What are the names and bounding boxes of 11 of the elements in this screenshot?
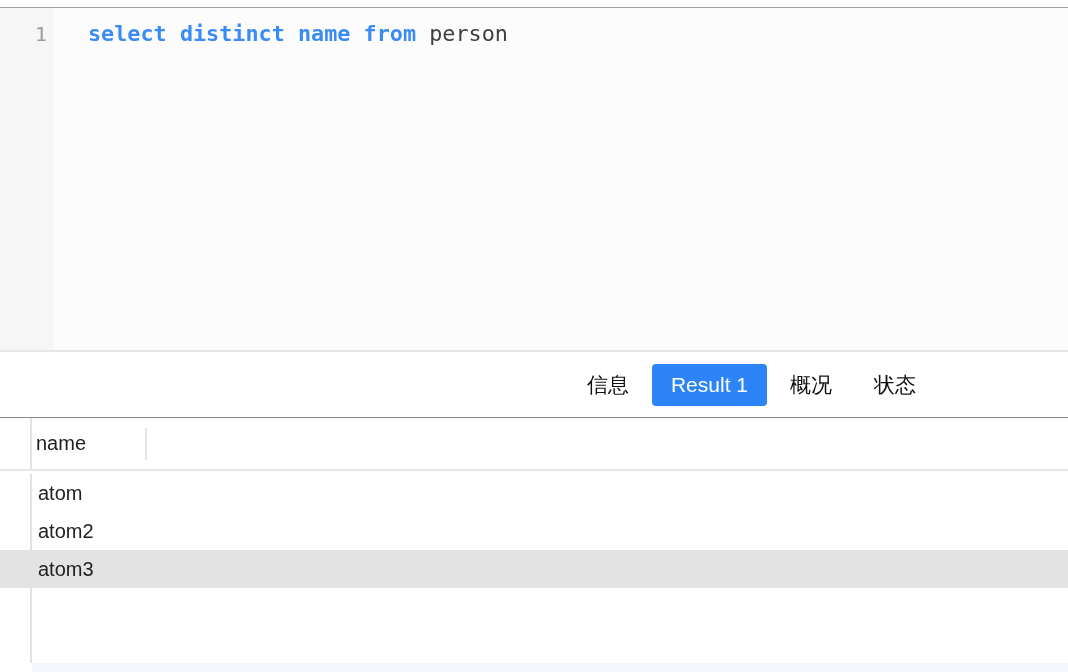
table-cell-text: atom [37,481,83,505]
code-line: select distinct name from person [88,20,508,48]
result-tab[interactable]: 概况 [771,363,851,406]
column-header[interactable]: name [32,418,145,469]
line-number: 1 [34,21,47,48]
result-tab[interactable]: 信息 [567,363,648,406]
table-row[interactable]: atom3 [0,550,1068,588]
result-tab[interactable]: 状态 [855,363,935,406]
result-tab[interactable]: Result 1 [651,363,767,406]
table-cell-text: atom2 [37,519,94,543]
table-cell-text: atom3 [37,557,94,581]
